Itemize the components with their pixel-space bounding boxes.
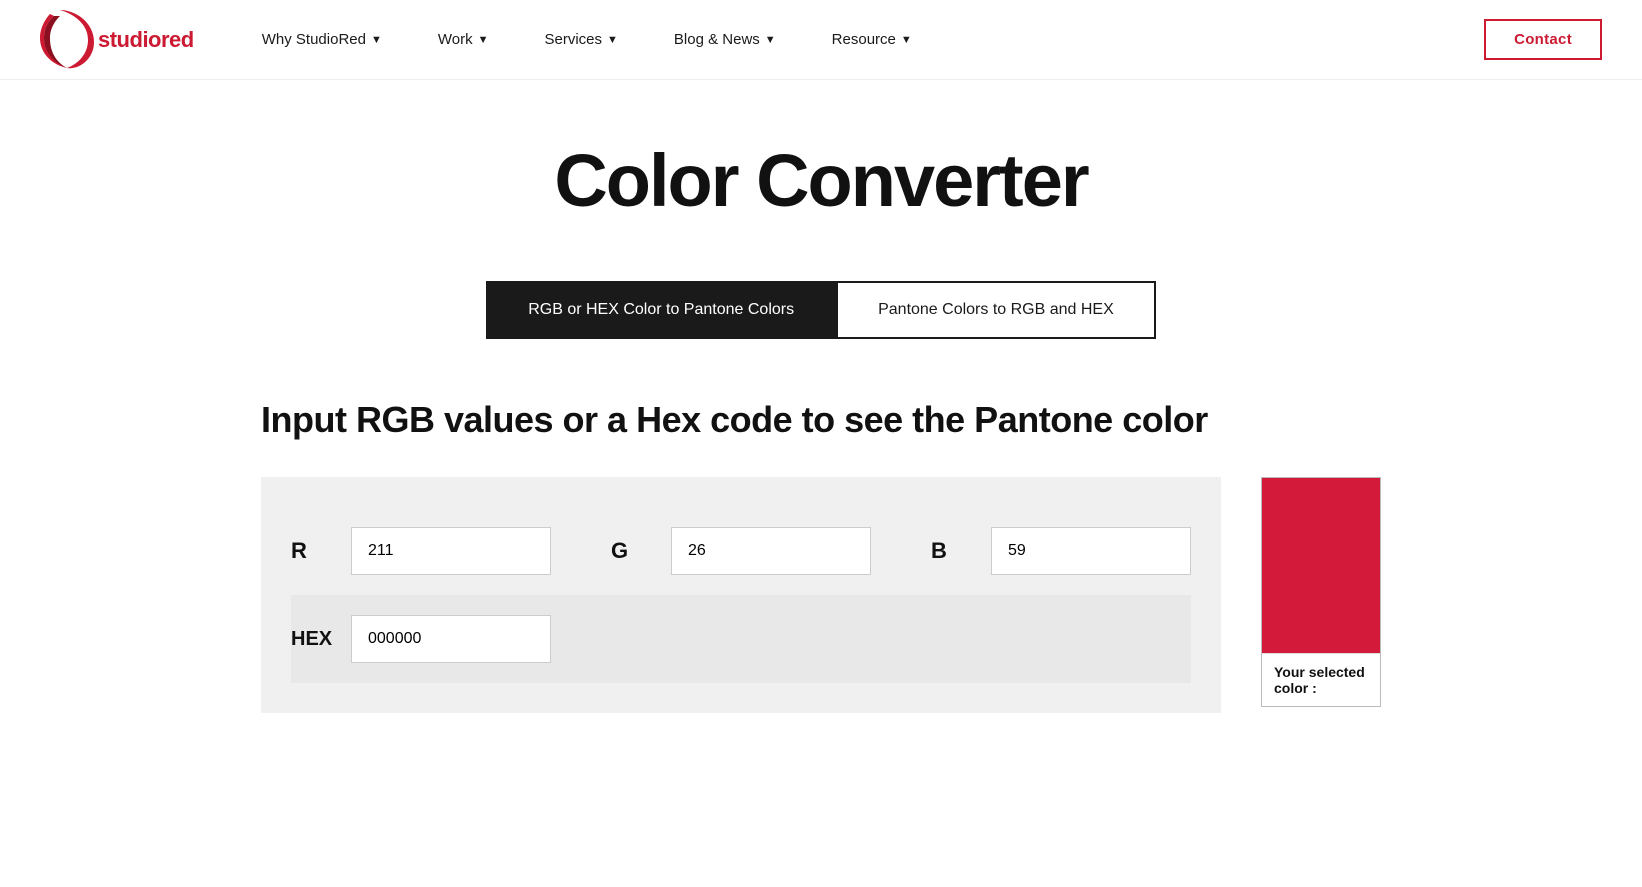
b-label: B: [931, 538, 991, 564]
logo-icon: [40, 10, 94, 70]
r-input[interactable]: [351, 527, 551, 575]
section-heading: Input RGB values or a Hex code to see th…: [261, 399, 1381, 441]
contact-button[interactable]: Contact: [1484, 19, 1602, 60]
logo-text: studiored: [98, 27, 194, 53]
main-content: Color Converter RGB or HEX Color to Pant…: [221, 80, 1421, 793]
nav-item-work[interactable]: Work ▼: [410, 0, 517, 80]
input-area: R G B HEX: [261, 477, 1221, 713]
chevron-down-icon: ▼: [765, 34, 776, 46]
tab-rgb-to-pantone[interactable]: RGB or HEX Color to Pantone Colors: [486, 281, 836, 339]
g-input[interactable]: [671, 527, 871, 575]
rgb-row: R G B: [291, 507, 1191, 595]
main-nav: Why StudioRed ▼ Work ▼ Services ▼ Blog &…: [234, 0, 1484, 80]
chevron-down-icon: ▼: [901, 34, 912, 46]
tab-row: RGB or HEX Color to Pantone Colors Panto…: [261, 281, 1381, 339]
selected-color-label: Your selected color :: [1262, 653, 1380, 706]
tab-pantone-to-rgb[interactable]: Pantone Colors to RGB and HEX: [836, 281, 1156, 339]
chevron-down-icon: ▼: [607, 34, 618, 46]
form-side: R G B HEX: [261, 477, 1221, 713]
logo[interactable]: studiored: [40, 10, 194, 70]
form-and-preview: R G B HEX Your selected color :: [261, 477, 1381, 713]
nav-item-resource[interactable]: Resource ▼: [804, 0, 940, 80]
nav-item-why-studiored[interactable]: Why StudioRed ▼: [234, 0, 410, 80]
g-label: G: [611, 538, 671, 564]
color-preview-panel: Your selected color :: [1261, 477, 1381, 707]
hex-label: HEX: [291, 628, 351, 651]
hex-row: HEX: [291, 595, 1191, 683]
hex-input[interactable]: [351, 615, 551, 663]
header: studiored Why StudioRed ▼ Work ▼ Service…: [0, 0, 1642, 80]
nav-item-services[interactable]: Services ▼: [516, 0, 645, 80]
chevron-down-icon: ▼: [371, 34, 382, 46]
b-input[interactable]: [991, 527, 1191, 575]
nav-item-blog-news[interactable]: Blog & News ▼: [646, 0, 804, 80]
chevron-down-icon: ▼: [478, 34, 489, 46]
color-swatch: [1262, 478, 1380, 653]
page-title: Color Converter: [261, 140, 1381, 221]
r-label: R: [291, 538, 351, 564]
